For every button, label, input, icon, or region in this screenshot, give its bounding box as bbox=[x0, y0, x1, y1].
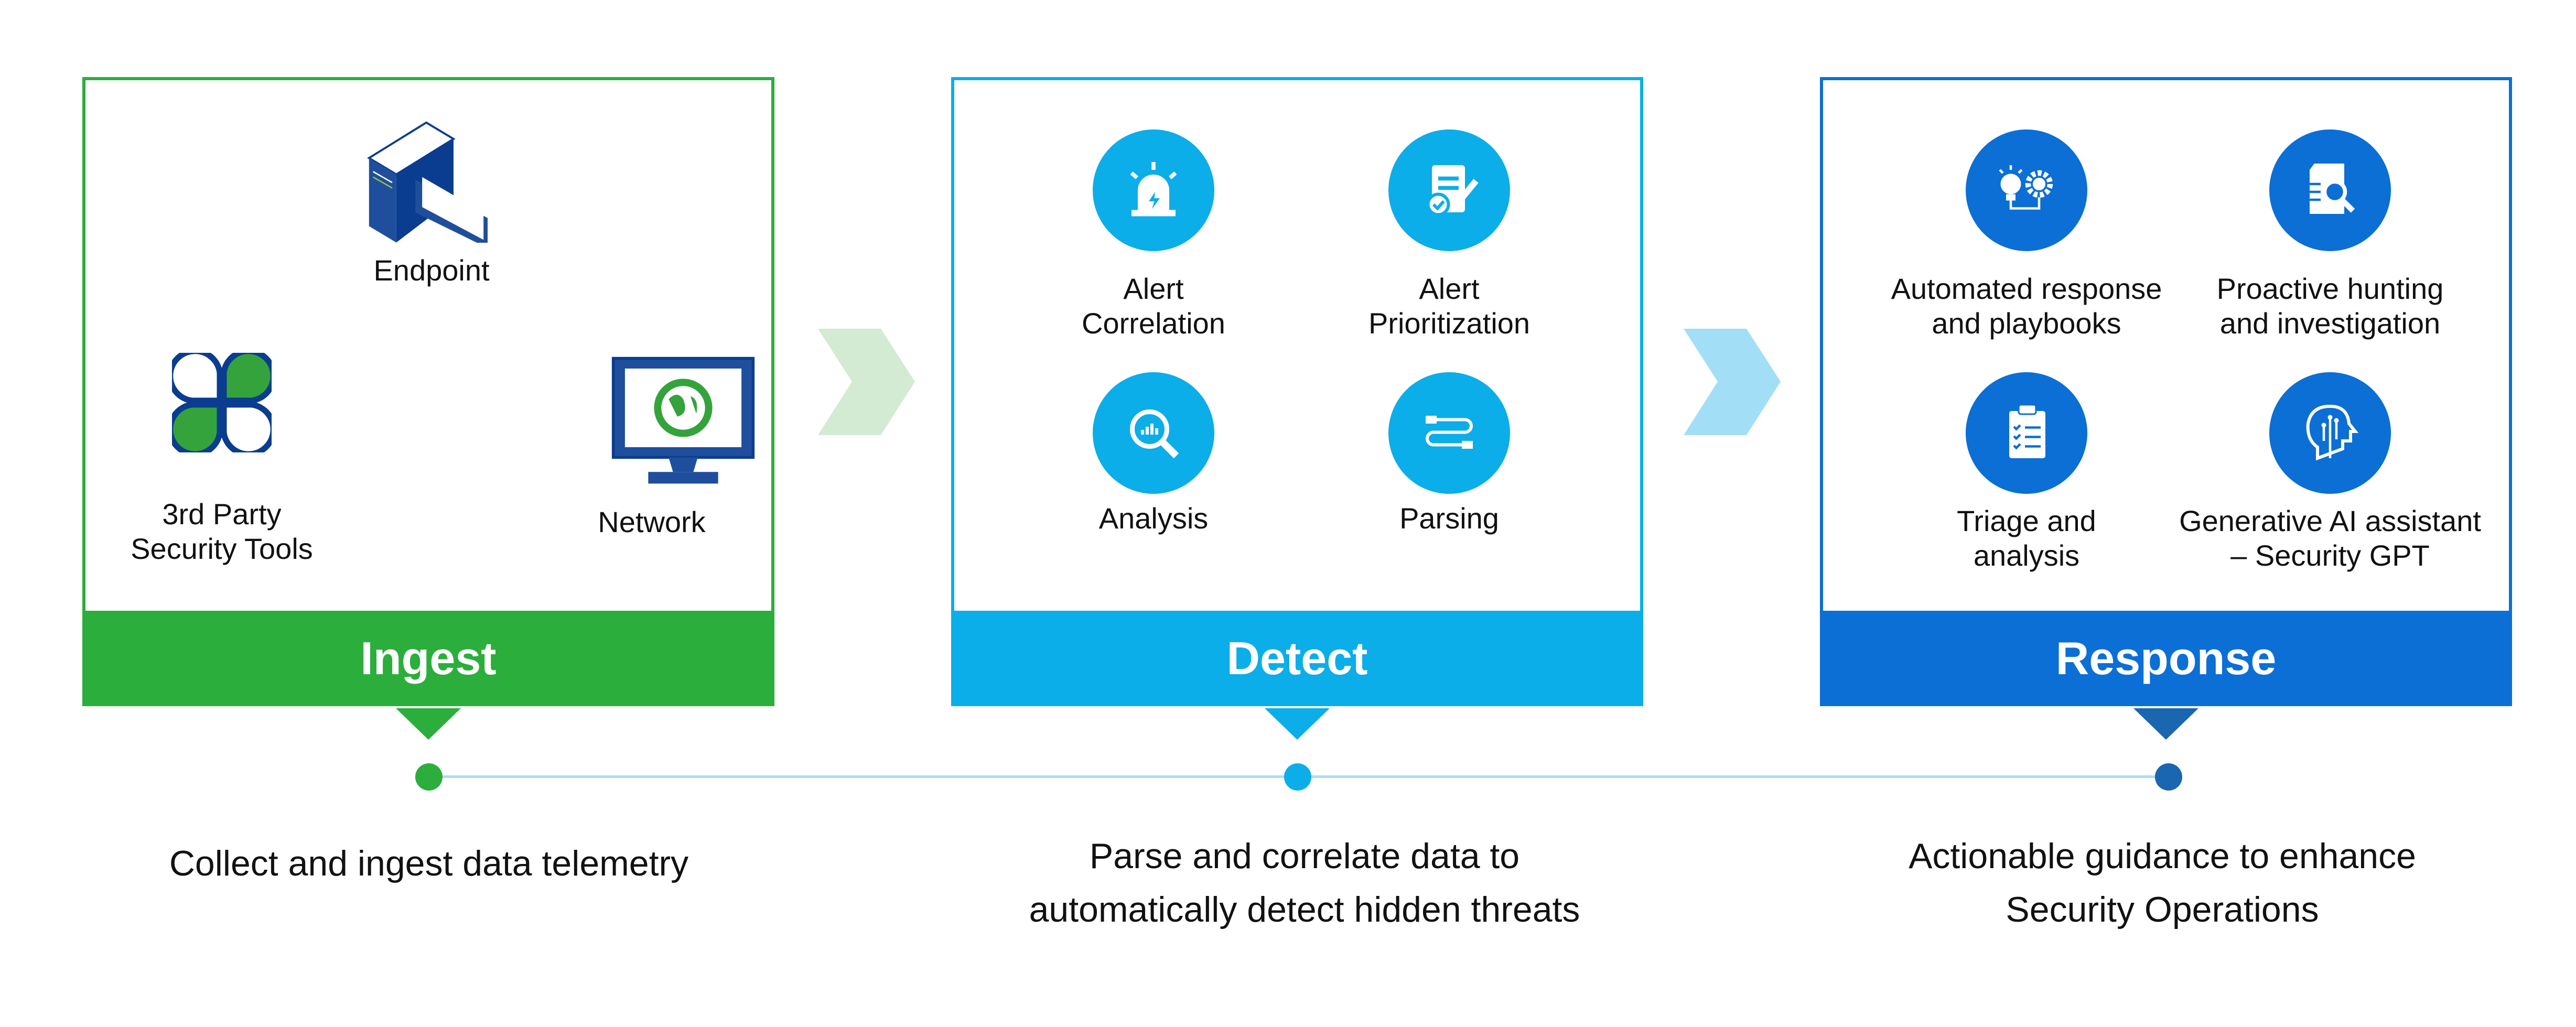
third-party-tools-label: 3rd Party Security Tools bbox=[131, 498, 313, 565]
chevron-right-icon bbox=[818, 329, 915, 435]
response-header: Response bbox=[1820, 611, 2512, 740]
detect-title: Detect bbox=[1226, 632, 1368, 684]
proactive-hunting-label: Proactive hunting and investigation bbox=[2216, 272, 2444, 340]
clipboard-checklist-icon bbox=[1966, 372, 2087, 494]
ingest-panel: Endpoint 3rd Party Security Tools Networ… bbox=[82, 77, 774, 740]
detect-panel: Alert Correlation Alert Prioritization A… bbox=[951, 77, 1643, 740]
network-label: Network bbox=[598, 505, 706, 538]
bulb-gear-icon bbox=[1966, 129, 2087, 251]
timeline-dot-detect bbox=[1284, 763, 1311, 791]
timeline-dot-response bbox=[2155, 763, 2182, 791]
security-gpt-label: Generative AI assistant – Security GPT bbox=[2179, 504, 2481, 572]
flow-parse-icon bbox=[1388, 372, 1510, 494]
detect-header: Detect bbox=[951, 611, 1643, 740]
response-pointer bbox=[2133, 708, 2198, 740]
chevron-right-icon bbox=[1684, 329, 1781, 435]
ingest-pointer bbox=[396, 708, 461, 740]
globe-monitor-icon bbox=[611, 356, 755, 484]
response-title: Response bbox=[2055, 632, 2277, 684]
ai-head-icon bbox=[2269, 372, 2391, 494]
ingest-header: Ingest bbox=[82, 611, 774, 740]
detect-pointer bbox=[1265, 708, 1330, 740]
alert-prioritization-label: Alert Prioritization bbox=[1368, 272, 1530, 340]
endpoint-label: Endpoint bbox=[373, 254, 490, 287]
document-check-icon bbox=[1388, 129, 1510, 251]
ingest-title: Ingest bbox=[360, 632, 497, 684]
response-description: Actionable guidance to enhance Security … bbox=[1909, 836, 2416, 929]
alarm-light-icon bbox=[1093, 129, 1214, 251]
parsing-label: Parsing bbox=[1399, 502, 1499, 535]
document-search-icon bbox=[2269, 129, 2391, 251]
magnifier-chart-icon bbox=[1093, 372, 1214, 494]
ingest-description: Collect and ingest data telemetry bbox=[169, 844, 689, 883]
timeline-dot-ingest bbox=[415, 763, 443, 791]
desktop-computer-icon bbox=[367, 121, 488, 243]
detect-description: Parse and correlate data to automaticall… bbox=[1029, 836, 1580, 929]
clover-tools-icon bbox=[172, 353, 272, 452]
response-panel: Automated response and playbooks Proacti… bbox=[1820, 77, 2512, 740]
